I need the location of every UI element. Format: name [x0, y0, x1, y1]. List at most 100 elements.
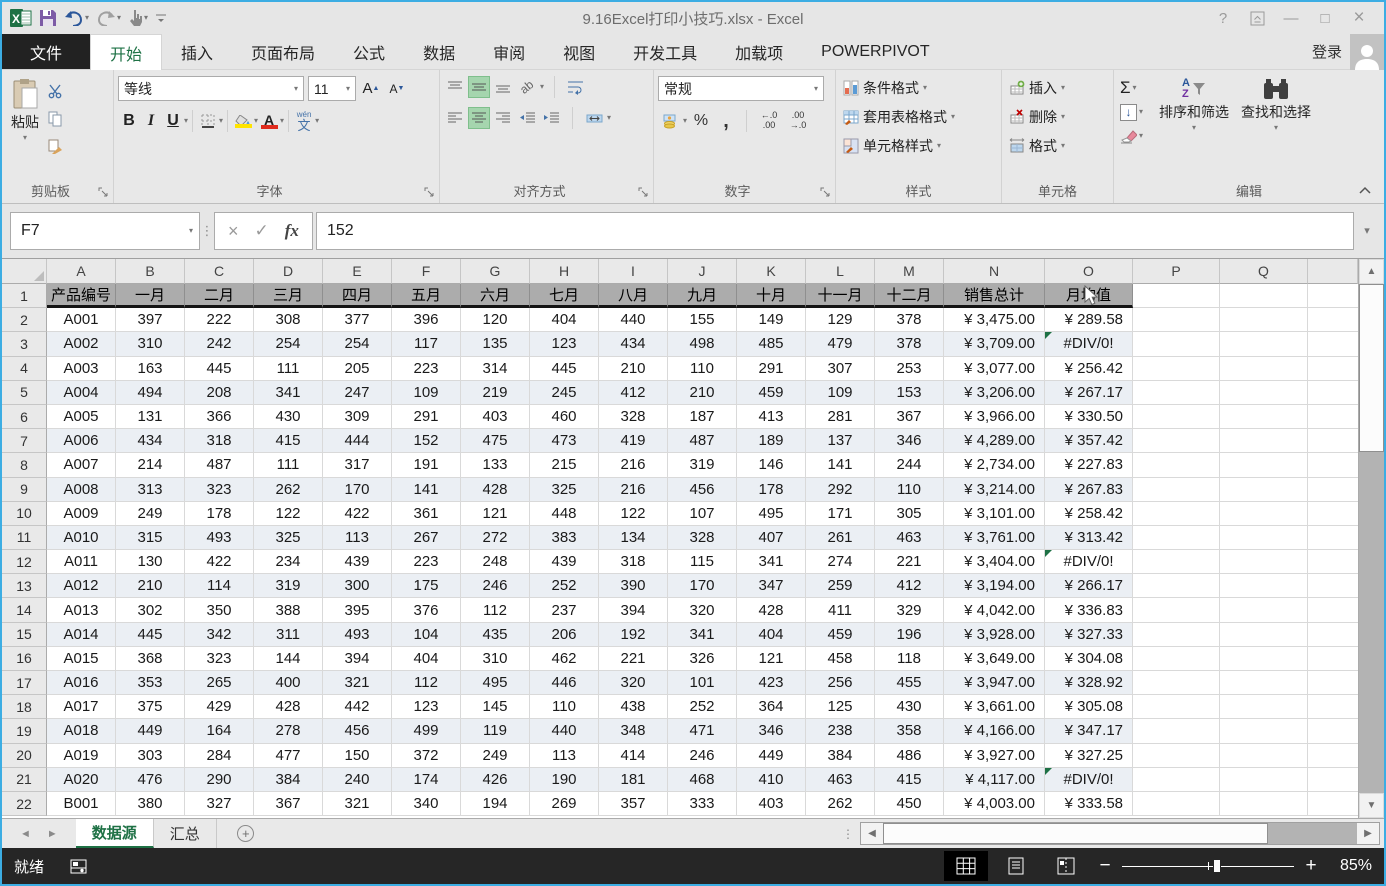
cell-N15[interactable]: ¥ 3,928.00	[944, 623, 1045, 647]
tab-开发工具[interactable]: 开发工具	[614, 34, 716, 69]
cell-I1[interactable]: 八月	[599, 284, 668, 308]
cell-B21[interactable]: 476	[116, 768, 185, 792]
cell-J2[interactable]: 155	[668, 308, 737, 332]
cell-F4[interactable]: 223	[392, 357, 461, 381]
cell-G19[interactable]: 119	[461, 719, 530, 743]
cell-I4[interactable]: 210	[599, 357, 668, 381]
horizontal-scroll-thumb[interactable]	[883, 823, 1268, 844]
user-avatar[interactable]	[1350, 34, 1384, 70]
cell-C10[interactable]: 178	[185, 502, 254, 526]
cell-K11[interactable]: 407	[737, 526, 806, 550]
cell-G21[interactable]: 426	[461, 768, 530, 792]
cell-N2[interactable]: ¥ 3,475.00	[944, 308, 1045, 332]
cell-J9[interactable]: 456	[668, 478, 737, 502]
cell-C8[interactable]: 487	[185, 453, 254, 477]
cell-J10[interactable]: 107	[668, 502, 737, 526]
cell-E16[interactable]: 394	[323, 647, 392, 671]
row-header-9[interactable]: 9	[2, 478, 47, 502]
cut-icon[interactable]	[44, 80, 66, 102]
cell-Q18[interactable]	[1220, 695, 1308, 719]
decrease-decimal-icon[interactable]: .00 →.0	[785, 111, 811, 131]
cell-E19[interactable]: 456	[323, 719, 392, 743]
cell-L19[interactable]: 238	[806, 719, 875, 743]
cell-E11[interactable]: 113	[323, 526, 392, 550]
cell-F12[interactable]: 223	[392, 550, 461, 574]
cell-I12[interactable]: 318	[599, 550, 668, 574]
cell-P12[interactable]	[1133, 550, 1220, 574]
cell-Q20[interactable]	[1220, 744, 1308, 768]
cell-P14[interactable]	[1133, 598, 1220, 622]
cell-A6[interactable]: A005	[47, 405, 116, 429]
cell-J7[interactable]: 487	[668, 429, 737, 453]
cell-J8[interactable]: 319	[668, 453, 737, 477]
cell-E7[interactable]: 444	[323, 429, 392, 453]
cell-N18[interactable]: ¥ 3,661.00	[944, 695, 1045, 719]
clear-button[interactable]	[1118, 126, 1145, 146]
cell-K14[interactable]: 428	[737, 598, 806, 622]
cell-C15[interactable]: 342	[185, 623, 254, 647]
cell-C4[interactable]: 445	[185, 357, 254, 381]
sheet-tab-summary[interactable]: 汇总	[154, 819, 217, 848]
increase-decimal-icon[interactable]: ←.0 .00	[756, 111, 782, 131]
cell-F3[interactable]: 117	[392, 332, 461, 356]
cell-F19[interactable]: 499	[392, 719, 461, 743]
cell-F7[interactable]: 152	[392, 429, 461, 453]
tab-加载项[interactable]: 加载项	[716, 34, 802, 69]
cell-L4[interactable]: 307	[806, 357, 875, 381]
cell-N22[interactable]: ¥ 4,003.00	[944, 792, 1045, 816]
cell-B8[interactable]: 214	[116, 453, 185, 477]
cell-J16[interactable]: 326	[668, 647, 737, 671]
cell-C9[interactable]: 323	[185, 478, 254, 502]
cell-O21[interactable]: #DIV/0!	[1045, 768, 1133, 792]
cell-G17[interactable]: 495	[461, 671, 530, 695]
merge-center-icon[interactable]	[583, 107, 605, 129]
cell-B5[interactable]: 494	[116, 381, 185, 405]
zoom-slider[interactable]	[1122, 858, 1294, 874]
row-header-8[interactable]: 8	[2, 453, 47, 477]
cell-N4[interactable]: ¥ 3,077.00	[944, 357, 1045, 381]
row-header-6[interactable]: 6	[2, 405, 47, 429]
row-header-1[interactable]: 1	[2, 284, 47, 308]
cell-A14[interactable]: A013	[47, 598, 116, 622]
cell-F6[interactable]: 291	[392, 405, 461, 429]
cell-I9[interactable]: 216	[599, 478, 668, 502]
touch-mode-icon[interactable]	[128, 9, 148, 27]
cell-B15[interactable]: 445	[116, 623, 185, 647]
cell-B20[interactable]: 303	[116, 744, 185, 768]
cell-C3[interactable]: 242	[185, 332, 254, 356]
cell-E17[interactable]: 321	[323, 671, 392, 695]
cell-F2[interactable]: 396	[392, 308, 461, 332]
cell-B1[interactable]: 一月	[116, 284, 185, 308]
cell-I11[interactable]: 134	[599, 526, 668, 550]
cell-G11[interactable]: 272	[461, 526, 530, 550]
cell-M6[interactable]: 367	[875, 405, 944, 429]
cell-K3[interactable]: 485	[737, 332, 806, 356]
scroll-right-icon[interactable]: ▶	[1357, 823, 1379, 844]
cell-P1[interactable]	[1133, 284, 1220, 308]
cell-E5[interactable]: 247	[323, 381, 392, 405]
macro-record-icon[interactable]	[70, 859, 87, 874]
cell-C7[interactable]: 318	[185, 429, 254, 453]
cell-M2[interactable]: 378	[875, 308, 944, 332]
cell-G4[interactable]: 314	[461, 357, 530, 381]
cell-P21[interactable]	[1133, 768, 1220, 792]
cell-M18[interactable]: 430	[875, 695, 944, 719]
cell-P16[interactable]	[1133, 647, 1220, 671]
cell-L18[interactable]: 125	[806, 695, 875, 719]
cell-J18[interactable]: 252	[668, 695, 737, 719]
cell-L20[interactable]: 384	[806, 744, 875, 768]
touch-mode-caret[interactable]	[144, 14, 148, 22]
cell-D7[interactable]: 415	[254, 429, 323, 453]
redo-icon[interactable]	[96, 10, 121, 26]
cell-M15[interactable]: 196	[875, 623, 944, 647]
cell-K10[interactable]: 495	[737, 502, 806, 526]
cell-K20[interactable]: 449	[737, 744, 806, 768]
column-header-B[interactable]: B	[116, 259, 185, 284]
cell-F9[interactable]: 141	[392, 478, 461, 502]
cell-B2[interactable]: 397	[116, 308, 185, 332]
column-header-A[interactable]: A	[47, 259, 116, 284]
cell-H19[interactable]: 440	[530, 719, 599, 743]
cell-B7[interactable]: 434	[116, 429, 185, 453]
shrink-font-button[interactable]: A▼	[386, 78, 408, 100]
cell-J22[interactable]: 333	[668, 792, 737, 816]
